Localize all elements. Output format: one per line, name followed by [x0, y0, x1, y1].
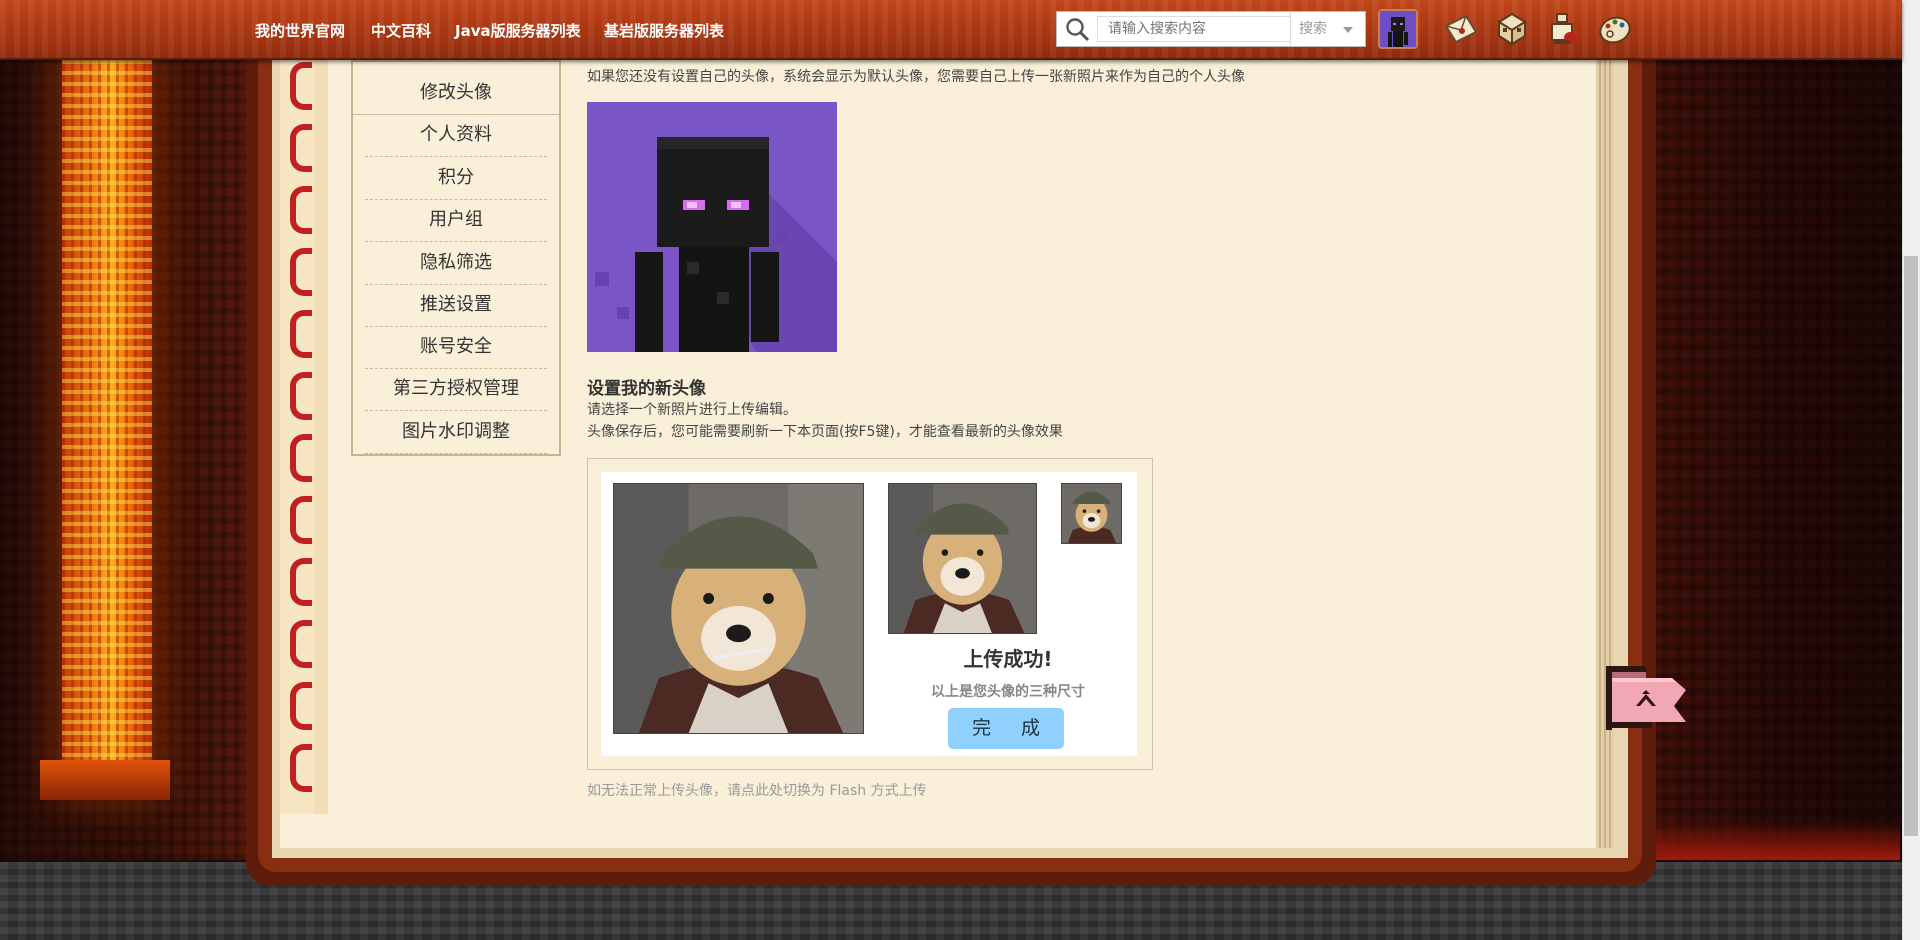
- chevron-down-icon: [1343, 27, 1353, 33]
- upload-success-subtitle: 以上是您头像的三种尺寸: [931, 684, 1085, 700]
- binding-ring: [290, 248, 312, 296]
- nav-link-wiki[interactable]: 中文百科: [371, 20, 431, 41]
- avatar-preview-large: [613, 483, 864, 734]
- binding-ring: [290, 558, 312, 606]
- notification-icon[interactable]: [1544, 10, 1582, 48]
- avatar-preview-medium: [888, 483, 1037, 634]
- sidebar-item-oauth[interactable]: 第三方授权管理: [365, 368, 547, 411]
- nav-link-bedrock-servers[interactable]: 基岩版服务器列表: [604, 20, 724, 41]
- lava-base: [40, 760, 170, 800]
- binding-ring: [290, 310, 312, 358]
- refresh-instruction: 头像保存后，您可能需要刷新一下本页面(按F5键)，才能查看最新的头像效果: [587, 424, 1063, 440]
- avatar-preview-small: [1061, 483, 1122, 544]
- back-to-top-button[interactable]: [1606, 666, 1690, 730]
- binding-ring: [290, 682, 312, 730]
- binding-ring: [290, 372, 312, 420]
- nav-link-java-servers[interactable]: Java版服务器列表: [455, 20, 581, 41]
- sidebar-item-points[interactable]: 积分: [365, 157, 547, 200]
- search-icon[interactable]: [1065, 17, 1091, 43]
- binding-ring: [290, 124, 312, 172]
- mail-icon[interactable]: [1442, 10, 1480, 48]
- avatar[interactable]: [1378, 9, 1418, 49]
- background-lava-glow: [1620, 820, 1900, 860]
- default-avatar-note: 如果您还没有设置自己的头像，系统会显示为默认头像，您需要自己上传一张新照片来作为…: [587, 69, 1245, 85]
- done-button[interactable]: 完 成: [948, 708, 1064, 749]
- binding-ring: [290, 62, 312, 110]
- sidebar-item-profile[interactable]: 个人资料: [365, 114, 547, 157]
- binding-ring: [290, 620, 312, 668]
- binding-stripe: [314, 40, 328, 814]
- sidebar-item-watermark[interactable]: 图片水印调整: [365, 411, 547, 454]
- upload-instruction: 请选择一个新照片进行上传编辑。: [587, 402, 797, 418]
- lava-pillar: [62, 50, 152, 790]
- upload-success-title: 上传成功!: [963, 647, 1053, 671]
- palette-icon[interactable]: [1596, 10, 1634, 48]
- set-avatar-title: 设置我的新头像: [587, 379, 706, 399]
- binding-ring: [290, 186, 312, 234]
- flash-upload-link[interactable]: 如无法正常上传头像，请点此处切换为 Flash 方式上传: [587, 780, 927, 800]
- default-avatar-image: [587, 102, 837, 352]
- nav-link-official-site[interactable]: 我的世界官网: [255, 20, 345, 41]
- scrollbar-thumb[interactable]: [1904, 256, 1918, 836]
- sidebar-item-push[interactable]: 推送设置: [365, 284, 547, 327]
- sidebar-item-usergroup[interactable]: 用户组: [365, 199, 547, 242]
- binding-ring: [290, 744, 312, 792]
- chest-icon[interactable]: [1493, 10, 1531, 48]
- sidebar-item-change-avatar[interactable]: 修改头像: [353, 72, 559, 115]
- binding-ring: [290, 434, 312, 482]
- binding-ring: [290, 496, 312, 544]
- background-right-scene: [1620, 0, 1920, 860]
- sidebar-item-privacy[interactable]: 隐私筛选: [365, 242, 547, 285]
- sidebar-item-security[interactable]: 账号安全: [365, 326, 547, 369]
